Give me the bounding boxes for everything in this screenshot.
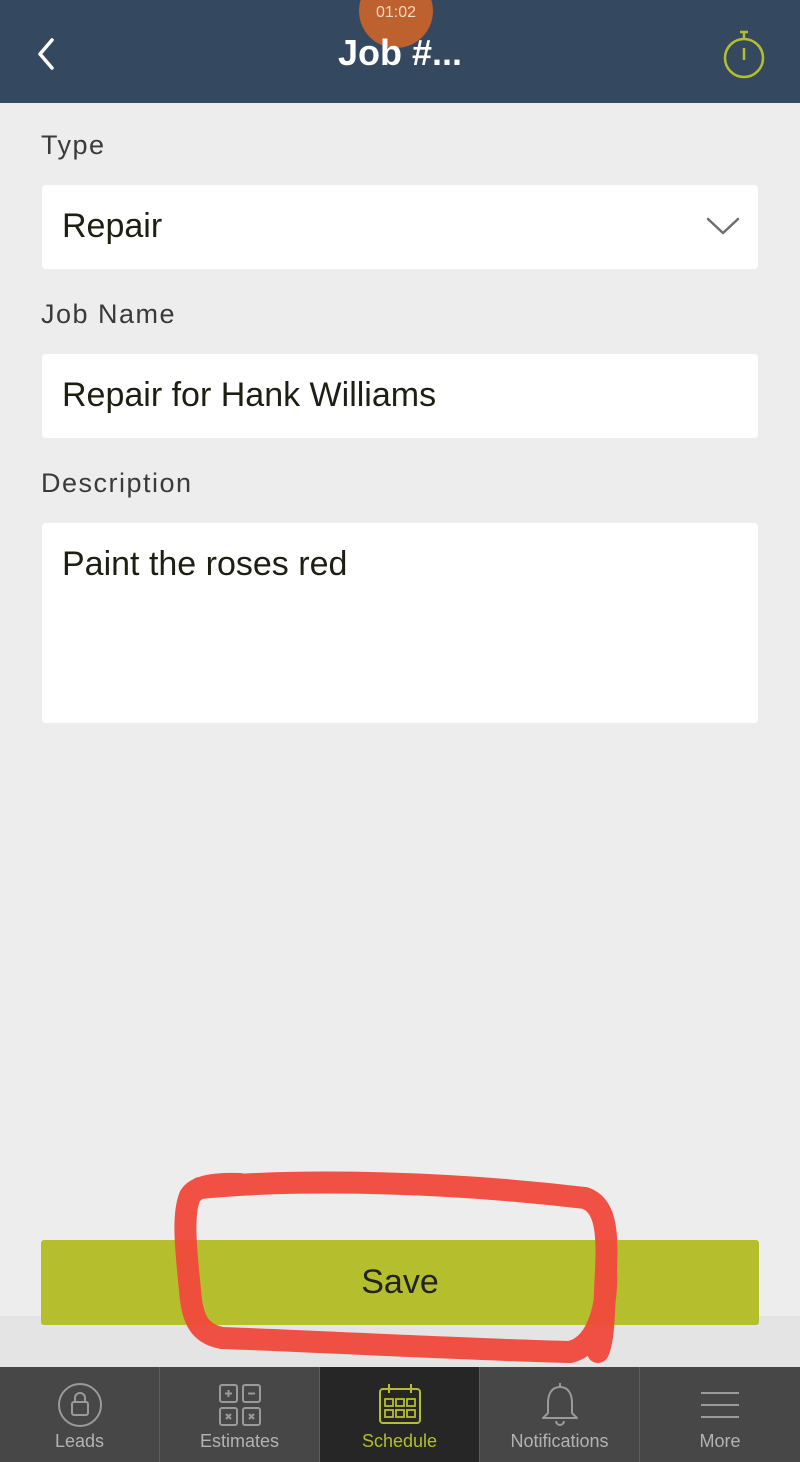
save-button[interactable]: Save — [41, 1240, 759, 1325]
bell-icon — [541, 1383, 578, 1426]
chevron-left-icon — [38, 38, 54, 70]
calendar-icon — [378, 1384, 421, 1424]
calculator-icon — [218, 1384, 261, 1426]
tab-notifications-label: Notifications — [510, 1431, 609, 1451]
save-label: Save — [361, 1263, 439, 1301]
job-name-input[interactable]: Repair for Hank Williams — [42, 354, 758, 438]
chevron-down-icon — [706, 217, 740, 235]
job-name-label: Job Name — [41, 299, 177, 329]
tab-schedule-label: Schedule — [361, 1431, 438, 1451]
tab-leads[interactable]: Leads — [0, 1367, 160, 1462]
stopwatch-button[interactable] — [720, 28, 768, 80]
type-value: Repair — [62, 207, 163, 245]
timer-text: 01:02 — [375, 4, 417, 21]
bottom-tab-bar: Leads Estimates Schedule Notifications M… — [0, 1367, 800, 1462]
app-header: 01:02 Job #... — [0, 0, 800, 103]
stopwatch-icon — [723, 30, 765, 79]
description-value: Paint the roses red — [62, 545, 348, 583]
tab-schedule[interactable]: Schedule — [320, 1367, 480, 1462]
job-name-value: Repair for Hank Williams — [62, 376, 437, 414]
type-select[interactable]: Repair — [42, 185, 758, 269]
lock-icon — [57, 1383, 102, 1427]
tab-estimates[interactable]: Estimates — [160, 1367, 320, 1462]
description-label: Description — [41, 468, 193, 498]
back-button[interactable] — [30, 34, 66, 74]
page-title: Job #... — [337, 32, 463, 73]
tab-more[interactable]: More — [640, 1367, 800, 1462]
type-label: Type — [41, 130, 106, 160]
tab-estimates-label: Estimates — [199, 1431, 280, 1451]
tab-notifications[interactable]: Notifications — [480, 1367, 640, 1462]
menu-icon — [701, 1392, 739, 1418]
tab-more-label: More — [699, 1431, 741, 1451]
tab-leads-label: Leads — [54, 1431, 105, 1451]
description-textarea[interactable]: Paint the roses red — [42, 523, 758, 723]
